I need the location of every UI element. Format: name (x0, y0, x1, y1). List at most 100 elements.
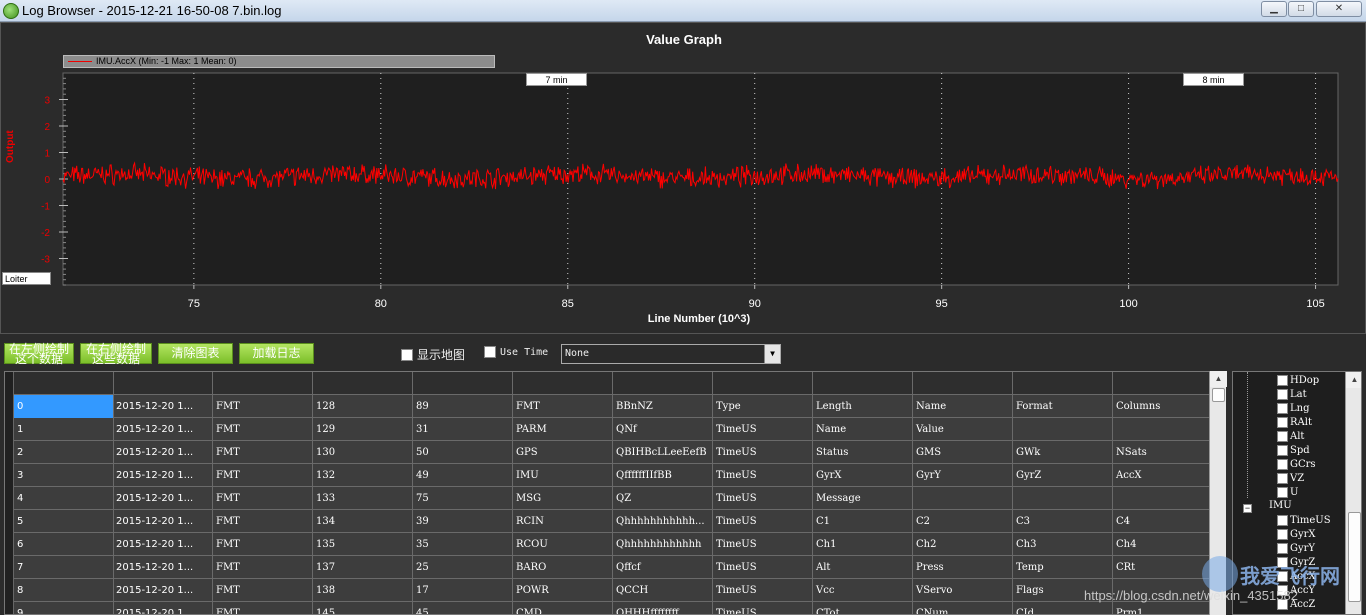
table-cell[interactable]: 0 (14, 395, 114, 418)
table-cell[interactable]: 133 (313, 487, 413, 510)
table-cell[interactable]: Ch3 (1013, 533, 1113, 556)
table-cell[interactable]: 49 (413, 464, 513, 487)
table-row[interactable]: 8 2015-12-20 1... FMT 138 17 POWR QCCH TimeUS Vc… (5, 579, 1213, 602)
table-cell[interactable]: CMD (513, 602, 613, 614)
scroll-up-arrow-icon[interactable]: ▲ (1210, 371, 1227, 387)
table-cell[interactable] (1013, 418, 1113, 441)
row-header[interactable] (5, 487, 14, 510)
table-cell[interactable]: 2015-12-20 1... (113, 464, 213, 487)
table-cell[interactable]: 128 (313, 395, 413, 418)
table-cell[interactable]: 134 (313, 510, 413, 533)
table-cell[interactable]: 2015-12-20 1... (113, 487, 213, 510)
table-cell[interactable]: 4 (14, 487, 114, 510)
table-row[interactable]: 0 2015-12-20 1... FMT 128 89 FMT BBnNZ Type Leng… (5, 395, 1213, 418)
tree-checkbox[interactable] (1277, 528, 1288, 540)
table-cell[interactable]: Qhhhhhhhhhhhh (613, 533, 713, 556)
chevron-down-icon[interactable]: ▼ (764, 345, 780, 363)
table-cell[interactable]: TimeUS (713, 602, 813, 614)
tree-scroll-up-arrow-icon[interactable]: ▲ (1346, 372, 1361, 388)
row-header[interactable] (5, 556, 14, 579)
minimize-button[interactable]: ▁ (1261, 1, 1287, 17)
table-cell[interactable]: GyrX (813, 464, 913, 487)
tree-checkbox[interactable] (1277, 430, 1288, 442)
value-graph-panel[interactable]: 75 80 85 90 95 100 105 3 2 1 0 -1 -2 -3 Value Graph I… (0, 22, 1366, 334)
table-cell[interactable]: Ch4 (1113, 533, 1213, 556)
table-cell[interactable]: Columns (1113, 395, 1213, 418)
table-cell[interactable]: CRt (1113, 556, 1213, 579)
table-cell[interactable]: Message (813, 487, 913, 510)
table-cell[interactable]: POWR (513, 579, 613, 602)
table-cell[interactable]: FMT (213, 510, 313, 533)
table-cell[interactable]: Vcc (813, 579, 913, 602)
table-cell[interactable]: GMS (913, 441, 1013, 464)
table-cell[interactable]: FMT (213, 395, 313, 418)
table-cell[interactable]: 2015-12-20 1... (113, 418, 213, 441)
table-cell[interactable]: MSG (513, 487, 613, 510)
table-cell[interactable]: C4 (1113, 510, 1213, 533)
table-cell[interactable]: QBIHBcLLeeEefB (613, 441, 713, 464)
table-row[interactable]: 9 2015-12-20 1... FMT 145 45 CMD QHHHffffffff T… (5, 602, 1213, 614)
table-cell[interactable]: 1 (14, 418, 114, 441)
table-cell[interactable]: FMT (213, 556, 313, 579)
table-cell[interactable]: 89 (413, 395, 513, 418)
table-cell[interactable]: QHHHffffffff (613, 602, 713, 614)
tree-checkbox[interactable] (1277, 416, 1288, 428)
table-row[interactable]: 7 2015-12-20 1... FMT 137 25 BARO Qffcf TimeUS A… (5, 556, 1213, 579)
table-cell[interactable]: 135 (313, 533, 413, 556)
column-header[interactable] (313, 372, 413, 395)
table-cell[interactable]: FMT (213, 602, 313, 614)
clear-graph-button[interactable]: 清除图表 (158, 343, 233, 364)
table-cell[interactable]: FMT (213, 579, 313, 602)
table-cell[interactable] (1013, 487, 1113, 510)
time-select-dropdown[interactable]: None ▼ (561, 344, 781, 364)
table-cell[interactable]: Name (813, 418, 913, 441)
table-cell[interactable]: TimeUS (713, 487, 813, 510)
table-cell[interactable]: TimeUS (713, 464, 813, 487)
table-cell[interactable]: TimeUS (713, 533, 813, 556)
tree-item-gps-alt[interactable]: Alt (1277, 429, 1304, 443)
column-header[interactable] (813, 372, 913, 395)
tree-checkbox[interactable] (1277, 402, 1288, 414)
table-cell[interactable]: 8 (14, 579, 114, 602)
table-cell[interactable]: RCIN (513, 510, 613, 533)
table-cell[interactable]: 137 (313, 556, 413, 579)
table-row[interactable]: 1 2015-12-20 1... FMT 129 31 PARM QNf TimeUS Nam… (5, 418, 1213, 441)
tree-checkbox[interactable] (1277, 514, 1288, 526)
tree-item-imu-gyrx[interactable]: GyrX (1277, 527, 1316, 541)
table-cell[interactable]: TimeUS (713, 418, 813, 441)
table-cell[interactable]: BBnNZ (613, 395, 713, 418)
log-table[interactable]: 0 2015-12-20 1... FMT 128 89 FMT BBnNZ Type Leng… (4, 371, 1226, 615)
table-cell[interactable]: FMT (213, 533, 313, 556)
table-cell[interactable] (1113, 487, 1213, 510)
table-cell[interactable]: Prm1 (1113, 602, 1213, 614)
load-log-button[interactable]: 加载日志 (239, 343, 314, 364)
tree-item-gps-lng[interactable]: Lng (1277, 401, 1309, 415)
table-cell[interactable]: RCOU (513, 533, 613, 556)
table-cell[interactable]: 138 (313, 579, 413, 602)
tree-item-gps-spd[interactable]: Spd (1277, 443, 1310, 457)
tree-group-imu[interactable]: IMU (1269, 500, 1292, 511)
table-cell[interactable]: NSats (1113, 441, 1213, 464)
table-cell[interactable]: Qffcf (613, 556, 713, 579)
table-cell[interactable]: PARM (513, 418, 613, 441)
table-cell[interactable]: 50 (413, 441, 513, 464)
table-cell[interactable]: 9 (14, 602, 114, 614)
tree-item-gps-vz[interactable]: VZ (1277, 471, 1304, 485)
table-cell[interactable]: 2015-12-20 1... (113, 395, 213, 418)
table-cell[interactable]: 2015-12-20 1... (113, 441, 213, 464)
table-cell[interactable]: 2015-12-20 1... (113, 510, 213, 533)
table-cell[interactable]: QffffffIIfBB (613, 464, 713, 487)
row-header[interactable] (5, 418, 14, 441)
tree-checkbox[interactable] (1277, 542, 1288, 554)
table-cell[interactable]: 145 (313, 602, 413, 614)
table-cell[interactable]: Type (713, 395, 813, 418)
tree-checkbox[interactable] (1277, 444, 1288, 456)
table-cell[interactable]: Qhhhhhhhhhhh... (613, 510, 713, 533)
table-cell[interactable]: 45 (413, 602, 513, 614)
table-cell[interactable]: C2 (913, 510, 1013, 533)
tree-vertical-scrollbar[interactable]: ▲ (1345, 372, 1361, 614)
table-cell[interactable]: CNum (913, 602, 1013, 614)
table-cell[interactable]: 75 (413, 487, 513, 510)
table-cell[interactable]: 132 (313, 464, 413, 487)
table-cell[interactable]: Format (1013, 395, 1113, 418)
